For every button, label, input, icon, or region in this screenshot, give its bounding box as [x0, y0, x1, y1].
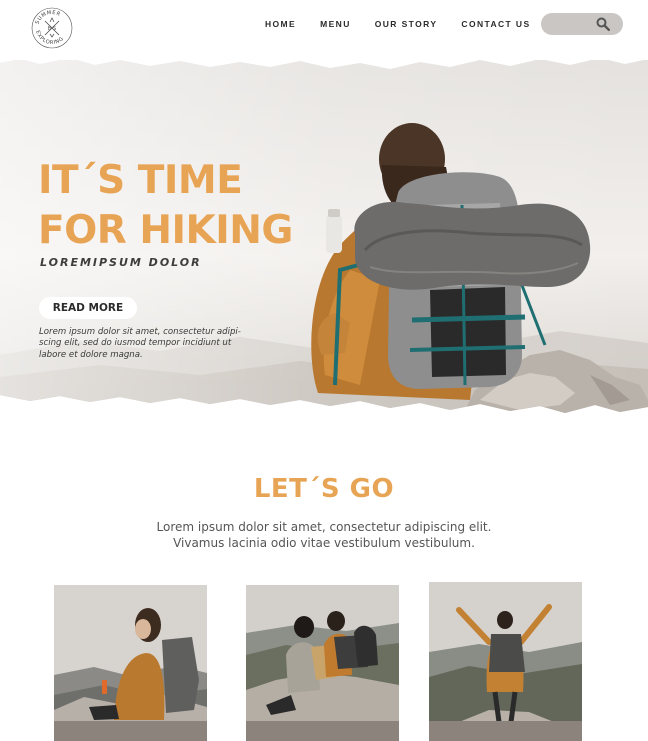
nav-home[interactable]: HOME: [265, 19, 296, 29]
section-description: Lorem ipsum dolor sit amet, consectetur …: [100, 520, 548, 551]
logo[interactable]: SUMMER EXPLORING B S: [30, 6, 74, 50]
nav-menu[interactable]: MENU: [320, 19, 351, 29]
nav-contact-us[interactable]: CONTACT US: [461, 19, 530, 29]
logo-bottom-text: EXPLORING: [34, 30, 64, 46]
card-photo: [246, 585, 399, 741]
photo-card-group-hikers[interactable]: [246, 585, 399, 741]
card-photo: [429, 582, 582, 741]
compass-logo-icon: SUMMER EXPLORING B S: [31, 7, 73, 49]
main-nav: HOME MENU OUR STORY CONTACT US: [265, 19, 555, 29]
nav-our-story[interactable]: OUR STORY: [375, 19, 438, 29]
hero-banner: IT´S TIME FOR HIKING LOREMIPSUM DOLOR RE…: [0, 55, 648, 420]
photo-card-hiker-sitting[interactable]: [54, 585, 207, 741]
photo-card-arms-raised[interactable]: [429, 582, 582, 741]
hero-title-line-2: FOR HIKING: [38, 208, 293, 253]
hero-description: Lorem ipsum dolor sit amet, consectetur …: [39, 327, 241, 360]
search-box: [541, 13, 623, 35]
hero-subtitle: LOREMIPSUM DOLOR: [40, 256, 202, 269]
site-header: SUMMER EXPLORING B S HOME MENU OUR STORY…: [0, 0, 648, 60]
search-icon[interactable]: [596, 17, 610, 31]
read-more-button[interactable]: READ MORE: [39, 297, 137, 319]
section-title: LET´S GO: [253, 474, 395, 504]
hero-title-line-1: IT´S TIME: [38, 158, 243, 203]
card-photo: [54, 585, 207, 741]
svg-text:EXPLORING: EXPLORING: [34, 30, 65, 46]
card-caption-bar: [429, 721, 582, 741]
card-caption-bar: [246, 721, 399, 741]
logo-letters: B S: [48, 26, 56, 32]
section-text-line-1: Lorem ipsum dolor sit amet, consectetur …: [156, 520, 492, 534]
search-input[interactable]: [549, 16, 597, 34]
section-text-line-2: Vivamus lacinia odio vitae vestibulum ve…: [173, 535, 475, 550]
hero-title: IT´S TIME FOR HIKING: [38, 156, 293, 256]
card-caption-bar: [54, 721, 207, 741]
